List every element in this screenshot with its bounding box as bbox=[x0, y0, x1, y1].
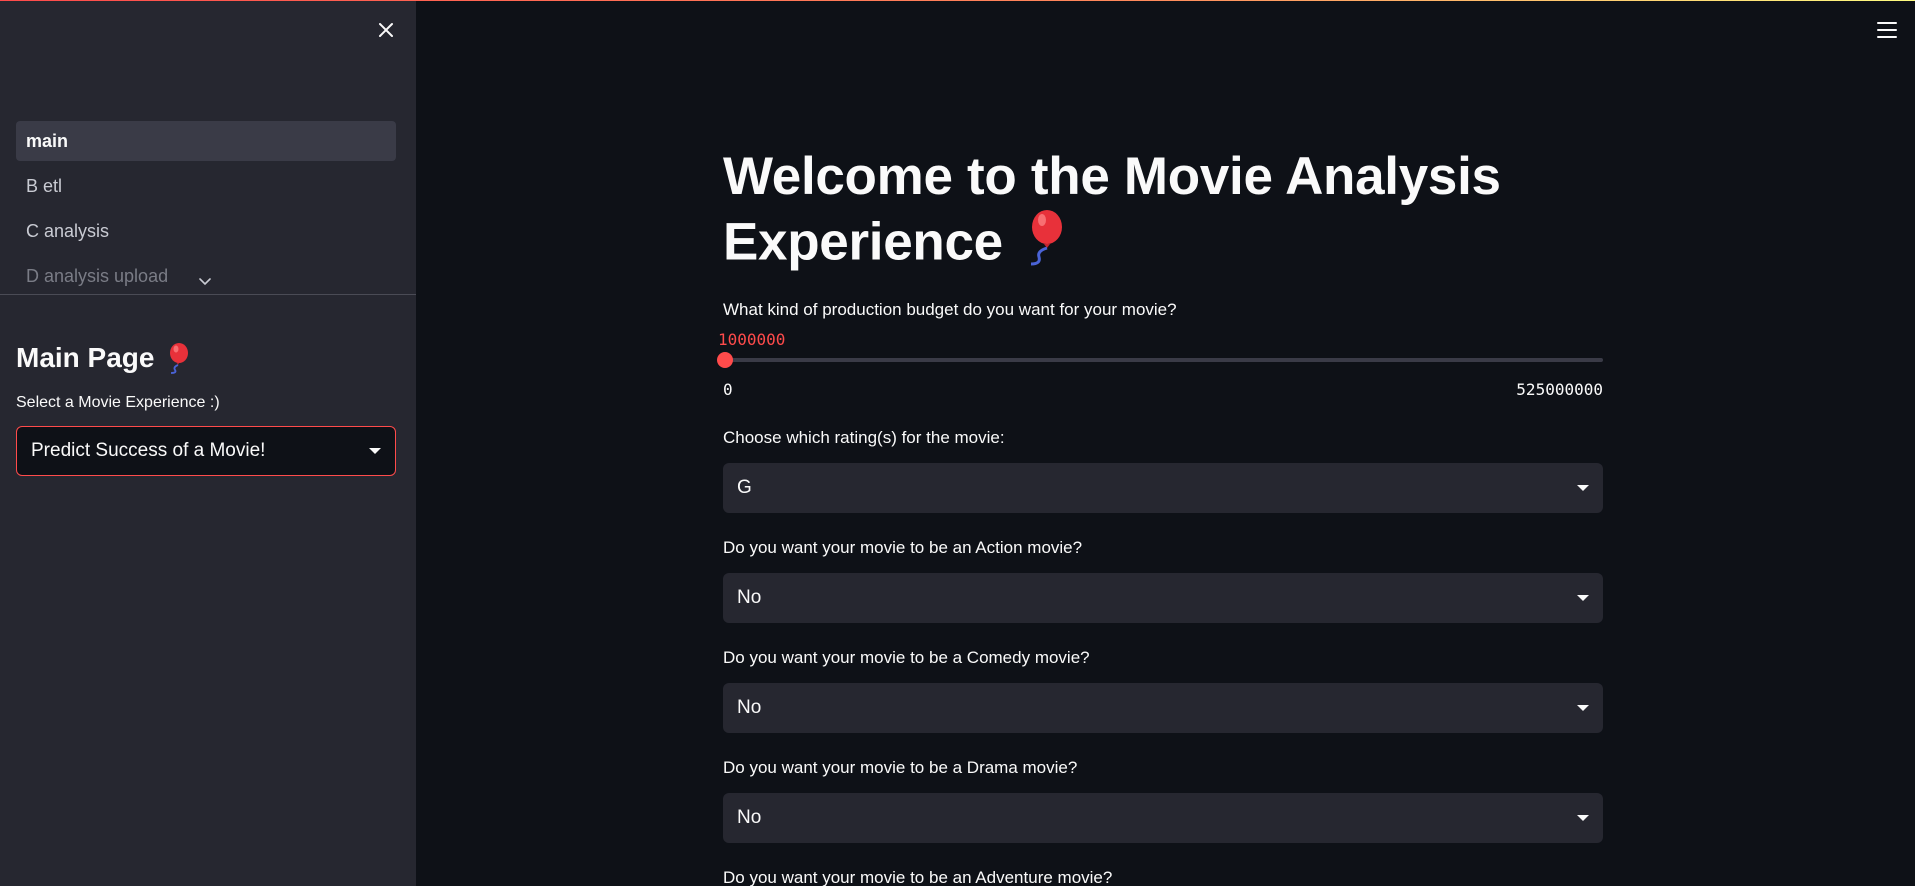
action-select[interactable]: No bbox=[723, 573, 1603, 623]
sidebar-title: Main Page bbox=[16, 340, 396, 376]
budget-min-label: 0 bbox=[723, 380, 733, 399]
nav-item-label: B etl bbox=[26, 175, 63, 196]
caret-down-icon bbox=[1577, 595, 1589, 601]
sidebar-title-text: Main Page bbox=[16, 342, 155, 373]
experience-select[interactable]: Predict Success of a Movie! bbox=[16, 426, 396, 476]
close-icon bbox=[379, 23, 393, 37]
rating-select[interactable]: G bbox=[723, 463, 1603, 513]
nav-item-c-analysis[interactable]: C analysis bbox=[16, 211, 396, 251]
rating-select-value: G bbox=[737, 477, 752, 498]
main-menu-button[interactable] bbox=[1876, 21, 1898, 39]
budget-slider-thumb[interactable] bbox=[716, 352, 733, 368]
comedy-select-value: No bbox=[737, 697, 762, 718]
hamburger-menu-icon bbox=[1877, 22, 1897, 24]
action-label: Do you want your movie to be an Action m… bbox=[723, 538, 1083, 557]
adventure-label: Do you want your movie to be an Adventur… bbox=[723, 868, 1113, 886]
comedy-select[interactable]: No bbox=[723, 683, 1603, 733]
rating-label: Choose which rating(s) for the movie: bbox=[723, 428, 1005, 447]
balloon-icon bbox=[1021, 209, 1065, 282]
page-title-line1: Welcome to the Movie Analysis bbox=[723, 147, 1501, 206]
experience-select-label: Select a Movie Experience :) bbox=[16, 394, 220, 411]
nav-divider bbox=[0, 294, 416, 295]
caret-down-icon bbox=[1577, 815, 1589, 821]
top-accent-line bbox=[0, 0, 1915, 1]
hamburger-menu-icon-bar bbox=[1877, 29, 1897, 31]
nav-item-label: main bbox=[26, 130, 69, 151]
budget-slider-track[interactable] bbox=[723, 358, 1603, 362]
experience-select-value: Predict Success of a Movie! bbox=[31, 440, 266, 461]
page-title: Welcome to the Movie Analysis Experience bbox=[723, 144, 1603, 282]
nav-expand-button[interactable] bbox=[198, 275, 212, 289]
nav-item-b-etl[interactable]: B etl bbox=[16, 166, 396, 206]
budget-label: What kind of production budget do you wa… bbox=[723, 300, 1177, 319]
comedy-label: Do you want your movie to be a Comedy mo… bbox=[723, 648, 1090, 667]
drama-select-value: No bbox=[737, 807, 762, 828]
nav-item-label: C analysis bbox=[26, 220, 110, 241]
balloon-icon bbox=[170, 343, 189, 374]
nav-item-main[interactable]: main bbox=[16, 121, 396, 161]
budget-value: 1000000 bbox=[718, 330, 786, 349]
drama-select[interactable]: No bbox=[723, 793, 1603, 843]
page-nav: main B etl C analysis D analysis upload bbox=[16, 121, 396, 291]
close-sidebar-button[interactable] bbox=[374, 18, 398, 42]
caret-down-icon bbox=[1577, 485, 1589, 491]
sidebar: main B etl C analysis D analysis upload … bbox=[0, 0, 416, 886]
nav-item-label: D analysis upload bbox=[26, 265, 169, 286]
action-select-value: No bbox=[737, 587, 762, 608]
caret-down-icon bbox=[369, 448, 381, 454]
caret-down-icon bbox=[1577, 705, 1589, 711]
budget-max-label: 525000000 bbox=[1516, 380, 1603, 399]
sidebar-content: Main Page Select a Movie Experience :) P… bbox=[16, 340, 396, 476]
drama-label: Do you want your movie to be a Drama mov… bbox=[723, 758, 1078, 777]
hamburger-menu-icon-bar bbox=[1877, 36, 1897, 38]
chevron-down-icon bbox=[199, 278, 211, 286]
page-title-line2: Experience bbox=[723, 212, 1003, 272]
